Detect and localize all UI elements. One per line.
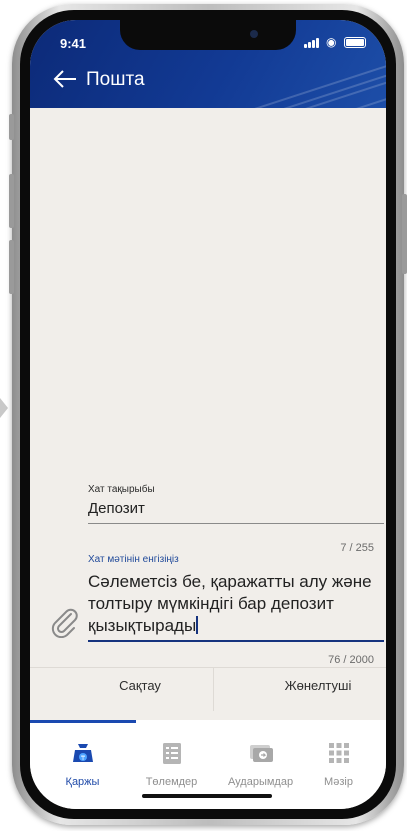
status-time: 9:41 [60,36,87,51]
phone-frame: 9:41 ◉ Пошта Хат тақырыбы Депозит 7 / 25… [9,4,407,825]
text-cursor [196,616,199,634]
home-indicator[interactable] [142,794,272,798]
message-line: толтыру мүмкіндігі бар депозит [88,594,334,613]
status-icons: ◉ [304,34,366,50]
front-camera [250,30,258,38]
volume-down-button [9,240,14,294]
actions-divider [30,667,386,668]
actions-separator [213,667,214,711]
message-line: қызықтырады [88,616,197,635]
mute-switch [9,114,14,140]
send-button[interactable]: Жөнелтуші [248,678,386,693]
wifi-icon: ◉ [326,35,337,49]
subject-underline [88,523,384,524]
subject-input[interactable]: Депозит [88,500,145,517]
signal-icon [304,44,307,48]
subject-label: Хат тақырыбы [88,484,155,495]
phone-bezel: 9:41 ◉ Пошта Хат тақырыбы Депозит 7 / 25… [20,10,396,819]
tab-label: Мәзір [324,776,353,788]
tab-finance[interactable]: ₸ Қаржы [38,740,127,788]
power-button [402,194,407,274]
page-title: Пошта [86,69,145,90]
paperclip-icon[interactable] [48,606,80,638]
carousel-prev-arrow [0,398,8,418]
transfer-card-icon [249,745,273,762]
subject-counter: 7 / 255 [340,542,374,554]
wallet-icon: ₸ [72,744,93,762]
message-label: Хат мәтінін енгізіңіз [88,554,179,565]
message-input[interactable]: Сәлеметсіз бе, қаражатты алу және толтыр… [88,571,386,637]
app-header: 9:41 ◉ Пошта [30,20,386,108]
save-button[interactable]: Сақтау [70,678,210,693]
app-screen: 9:41 ◉ Пошта Хат тақырыбы Депозит 7 / 25… [30,20,386,809]
tab-transfers[interactable]: Аударымдар [216,740,305,788]
tab-menu[interactable]: Мәзір [294,740,383,788]
back-arrow-icon[interactable] [52,66,78,92]
tab-payments[interactable]: Төлемдер [127,740,216,788]
message-underline [88,640,384,642]
message-counter: 76 / 2000 [328,654,374,666]
tab-label: Қаржы [65,776,100,788]
receipt-icon [162,743,181,764]
svg-text:₸: ₸ [81,755,85,762]
message-line: Сәлеметсіз бе, қаражатты алу және [88,572,372,591]
phone-notch [120,20,296,50]
tab-label: Төлемдер [145,776,198,788]
tab-label: Аударымдар [227,776,294,788]
battery-icon [344,37,366,48]
volume-up-button [9,174,14,228]
menu-grid-icon [328,743,349,763]
active-tab-indicator [30,720,136,723]
